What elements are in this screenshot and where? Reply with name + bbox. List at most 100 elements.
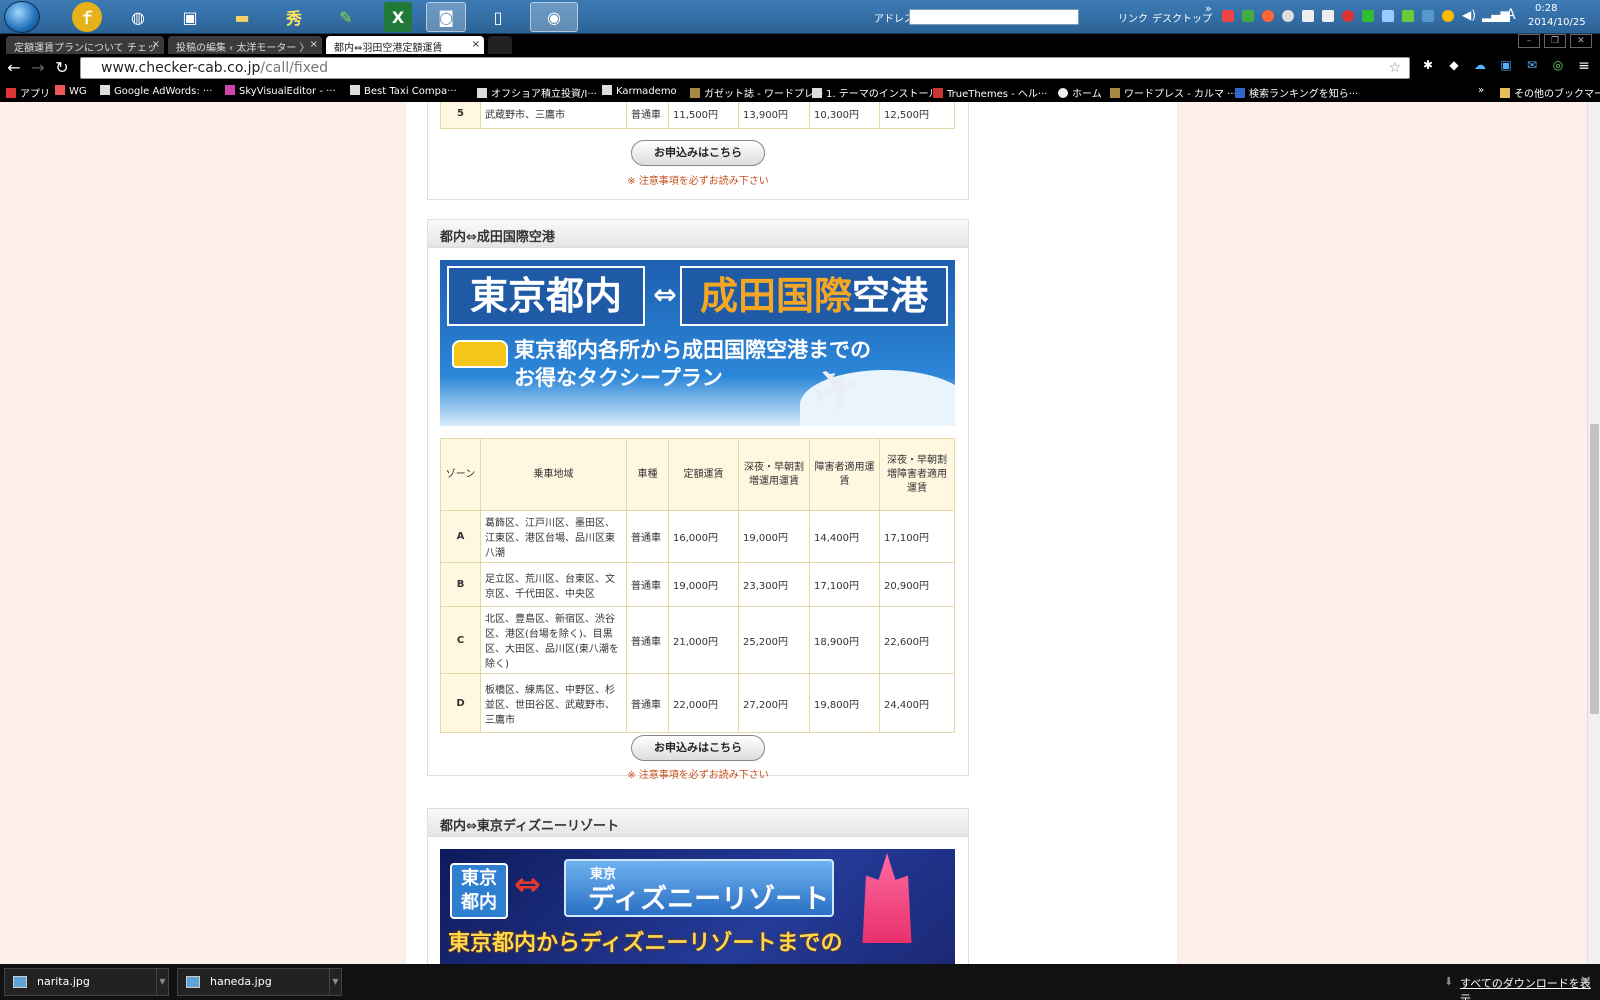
area-cell: 北区、豊島区、新宿区、渋谷区、港区(台場を除く)、目黒区、大田区、品川区(東八潮… (480, 606, 627, 674)
bookmark-item[interactable]: オフショア積立投資/I··· (477, 85, 597, 100)
chevron-down-icon[interactable]: ▼ (156, 969, 168, 995)
tab-label: 都内⇔羽田空港定額運賃 (334, 43, 443, 54)
tray-security-icon[interactable] (1342, 10, 1354, 22)
chevron-icon[interactable]: » (1205, 2, 1212, 15)
bookmark-item[interactable]: Karmademo (602, 85, 677, 97)
narita-banner: 東京都内 ⇔ 成田国際空港 東京都内各所から成田国際空港までの お得なタクシープ… (440, 260, 955, 426)
desktop-label[interactable]: デスクトップ (1152, 10, 1212, 25)
apply-button[interactable]: お申込みはこちら (631, 735, 765, 761)
back-icon[interactable]: ← (4, 58, 24, 77)
tray-network-icon[interactable] (1362, 10, 1374, 22)
close-window-icon[interactable]: ✕ (1570, 34, 1592, 48)
bookmark-item[interactable]: ガゼット誌 - ワードプレ··· (690, 85, 824, 100)
menu-icon[interactable]: ≡ (1574, 58, 1594, 74)
tray-chrome-icon[interactable] (1222, 10, 1234, 22)
other-bookmarks[interactable]: その他のブックマーク (1500, 85, 1600, 100)
bookmark-item[interactable]: Best Taxi Compa··· (350, 85, 457, 97)
narita-heading: 都内⇔成田国際空港 (428, 220, 968, 248)
column-header: 障害者適用運賃 (809, 438, 880, 511)
maximize-icon[interactable]: ❐ (1544, 34, 1566, 48)
extension-icon[interactable]: ◆ (1444, 58, 1464, 72)
minimize-icon[interactable]: – (1518, 34, 1540, 48)
close-icon[interactable]: × (1580, 973, 1592, 989)
download-filename: haneda.jpg (210, 975, 272, 988)
fare-cell: 19,000円 (668, 562, 739, 607)
volume-icon[interactable]: ◀) (1462, 8, 1476, 22)
column-header: 乗車地域 (480, 438, 627, 511)
clock-date[interactable]: 2014/10/25 (1528, 17, 1586, 28)
double-arrow-icon: ⇔ (653, 278, 677, 311)
bookmark-item[interactable]: 1. テーマのインストール (812, 85, 939, 100)
bookmark-item[interactable]: TrueThemes - ヘル··· (933, 85, 1047, 100)
tab-edit-post[interactable]: 投稿の編集 ‹ 太洋モーター 〉 × (168, 36, 322, 54)
tab-label: 定額運賃プランについて チェッ (14, 43, 157, 54)
bookmark-item[interactable]: アプリ (6, 85, 50, 100)
globe-icon[interactable]: ◍ (118, 2, 158, 32)
tab-fixed-fare[interactable]: 定額運賃プランについて チェッ × (6, 36, 164, 54)
caution-note[interactable]: ※ 注意事項を必ずお読み下さい (428, 172, 968, 187)
download-item[interactable]: narita.jpg ▼ (4, 968, 169, 996)
extension-icon[interactable]: ✱ (1418, 58, 1438, 72)
extension-icon[interactable]: ◎ (1548, 58, 1568, 72)
show-all-downloads-link[interactable]: すべてのダウンロードを表示 (1460, 975, 1600, 1000)
extension-icon[interactable]: ✉ (1522, 58, 1542, 72)
bookmark-item[interactable]: 検索ランキングを知ら··· (1235, 85, 1358, 100)
chevron-down-icon[interactable]: ▼ (329, 969, 341, 995)
reload-icon[interactable]: ↻ (52, 58, 72, 77)
new-tab-button[interactable] (488, 36, 512, 54)
tray-app-icon[interactable] (1242, 10, 1254, 22)
bookmark-item[interactable]: SkyVisualEditor - ··· (225, 85, 336, 97)
download-item[interactable]: haneda.jpg ▼ (177, 968, 342, 996)
bookmark-item[interactable]: Google AdWords: ··· (100, 85, 212, 97)
column-header: ゾーン (440, 438, 481, 511)
close-icon[interactable]: × (152, 39, 160, 50)
image-file-icon (186, 976, 200, 988)
extension-icon[interactable]: ☁ (1470, 58, 1490, 72)
page-icon (1110, 88, 1120, 98)
tray-flag-icon[interactable] (1322, 10, 1334, 22)
clock-time[interactable]: 0:28 (1535, 3, 1557, 14)
url-bar[interactable]: www.checker-cab.co.jp/call/fixed ☆ (80, 57, 1410, 79)
excel-icon[interactable]: X (384, 2, 412, 32)
scroll-thumb[interactable] (1590, 424, 1599, 714)
ime-indicator[interactable]: A (1506, 7, 1516, 23)
close-icon[interactable]: × (310, 39, 318, 50)
fare-cell: 12,500円 (879, 102, 955, 129)
folder-icon[interactable]: ▬ (222, 2, 262, 32)
camera-icon[interactable]: ◙ (426, 2, 466, 32)
car-cell: 普通車 (626, 606, 669, 674)
page-scrollbar[interactable] (1587, 102, 1600, 964)
zone-cell: C (440, 606, 481, 674)
chrome-icon[interactable]: ◉ (530, 2, 578, 32)
editor-icon[interactable]: ✎ (326, 2, 366, 32)
forward-icon[interactable]: → (28, 58, 48, 77)
caution-note[interactable]: ※ 注意事項を必ずお読み下さい (428, 766, 968, 781)
address-input[interactable] (909, 9, 1079, 25)
fm-icon[interactable]: ｆ (72, 2, 102, 32)
bookmark-star-icon[interactable]: ☆ (1388, 58, 1401, 78)
windows-start-icon[interactable] (4, 1, 40, 33)
bookmarks-more[interactable]: » (1478, 85, 1484, 96)
tray-battery-icon[interactable] (1402, 10, 1414, 22)
tab-haneda-fare[interactable]: 都内⇔羽田空港定額運賃 × (326, 36, 484, 54)
tray-display-icon[interactable] (1382, 10, 1394, 22)
apply-button[interactable]: お申込みはこちら (631, 140, 765, 166)
fare-cell: 19,000円 (738, 510, 810, 563)
document-icon[interactable]: ▯ (478, 2, 518, 32)
tray-sync-icon[interactable] (1422, 10, 1434, 22)
windows-icon[interactable]: ▣ (170, 2, 210, 32)
bookmark-item[interactable]: ホーム (1058, 85, 1102, 100)
tray-update-icon[interactable] (1262, 10, 1274, 22)
tray-norton-icon[interactable] (1442, 10, 1454, 22)
close-icon[interactable]: × (472, 39, 480, 50)
extension-icon[interactable]: ▣ (1496, 58, 1516, 72)
tray-cloud-icon[interactable] (1282, 10, 1294, 22)
bookmark-item[interactable]: ワードプレス - カルマ ··· (1110, 85, 1237, 100)
links-label[interactable]: リンク (1118, 10, 1148, 25)
fare-cell: 27,200円 (738, 673, 810, 733)
tray-bell-icon[interactable] (1302, 10, 1314, 22)
hidemaru-icon[interactable]: 秀 (274, 2, 314, 32)
bookmark-item[interactable]: WG (55, 85, 87, 97)
fare-cell: 21,000円 (668, 606, 739, 674)
fare-cell: 13,900円 (738, 102, 810, 129)
